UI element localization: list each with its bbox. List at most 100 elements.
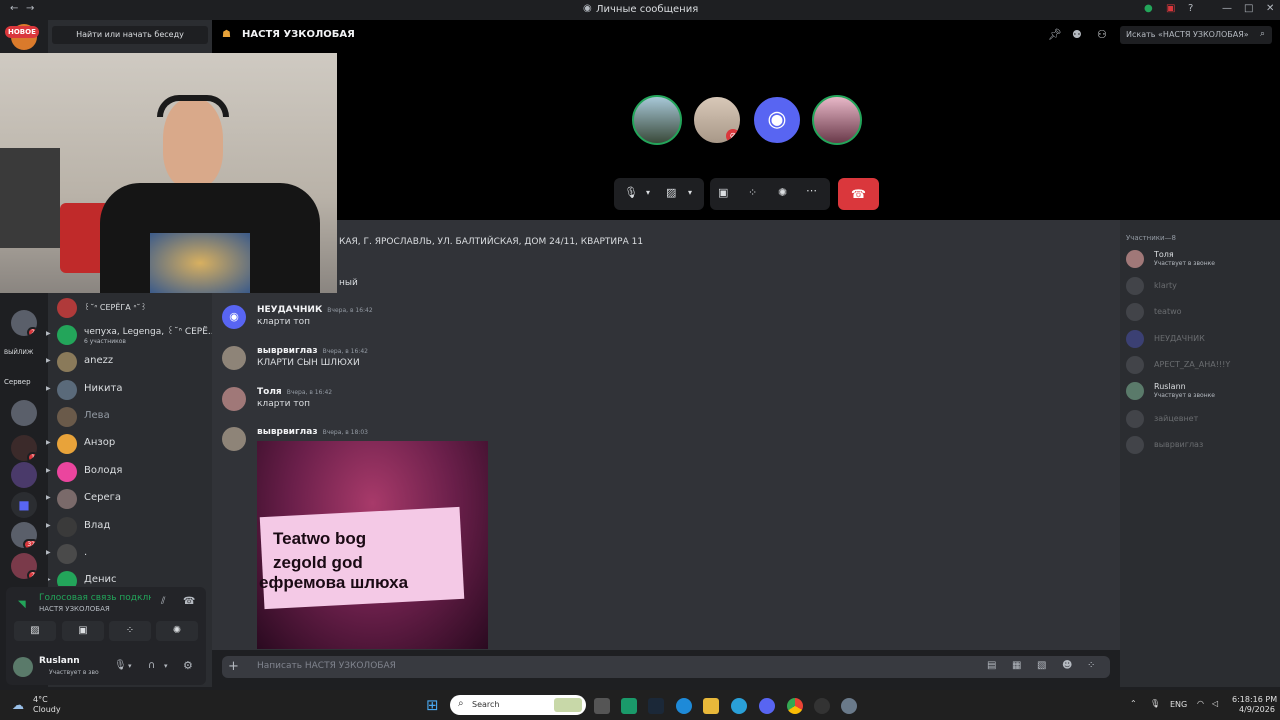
help-icon[interactable]: ? xyxy=(1188,3,1193,14)
soundboard-icon[interactable]: ✺ xyxy=(778,186,787,199)
dm-search-button[interactable]: Найти или начать беседу xyxy=(52,26,208,44)
inbox-icon[interactable]: ▣ xyxy=(1166,3,1175,14)
microphone-icon[interactable]: 🎙︎ xyxy=(114,660,127,671)
background-object xyxy=(0,148,60,248)
language-indicator[interactable]: ENG xyxy=(1170,700,1187,709)
gif-icon[interactable]: ▦ xyxy=(1012,660,1021,671)
avatar[interactable] xyxy=(222,346,246,370)
server-icon[interactable]: 2 xyxy=(11,553,37,579)
weather-desc[interactable]: Cloudy xyxy=(33,705,61,714)
discord-logo-icon[interactable]: ◉ xyxy=(752,95,802,145)
screen-share-button[interactable]: ▣ xyxy=(62,621,104,641)
member-item[interactable]: APECT_ZA_AHA!!!Y xyxy=(1126,354,1276,376)
dm-item[interactable]: ▶. xyxy=(46,541,212,567)
participant-tile[interactable]: ⊘ xyxy=(692,95,742,145)
server-icon[interactable] xyxy=(11,462,37,488)
dm-item[interactable]: ▶ Денис xyxy=(48,568,212,586)
apps-icon[interactable]: ⁘ xyxy=(1087,660,1095,671)
nitro-icon[interactable]: ● xyxy=(1144,3,1153,14)
message-text: ный xyxy=(339,278,358,288)
avatar[interactable] xyxy=(222,387,246,411)
settings-gear-icon[interactable] xyxy=(841,698,857,714)
member-item[interactable]: выврвиглаз xyxy=(1126,434,1276,456)
folder-icon[interactable] xyxy=(703,698,719,714)
members-list-icon[interactable]: ⚇ xyxy=(1097,28,1107,41)
gift-icon[interactable]: ▤ xyxy=(987,660,996,671)
sticker-icon[interactable]: ▧ xyxy=(1037,660,1046,671)
plus-icon[interactable]: + xyxy=(228,659,239,674)
weather-temp[interactable]: 4°C xyxy=(33,695,48,704)
participant-tile[interactable] xyxy=(632,95,682,145)
member-item[interactable]: зайцевнет xyxy=(1126,408,1276,430)
server-icon[interactable]: 1 xyxy=(11,435,37,461)
screen-share-icon[interactable]: ▣ xyxy=(718,186,728,199)
member-item[interactable]: klarty xyxy=(1126,275,1276,297)
server-icon[interactable] xyxy=(11,400,37,426)
obs-icon[interactable] xyxy=(814,698,830,714)
volume-icon[interactable]: ◁ xyxy=(1212,699,1218,708)
activities-icon[interactable]: ⁘ xyxy=(748,186,757,199)
noise-suppression-icon[interactable]: ⫽ xyxy=(161,596,165,607)
microphone-icon[interactable]: 🎙︎ xyxy=(624,186,638,199)
steam-icon[interactable] xyxy=(648,698,664,714)
chevron-down-icon[interactable]: ▾ xyxy=(128,662,132,670)
close-icon[interactable]: ✕ xyxy=(1266,3,1274,14)
chevron-down-icon[interactable]: ▾ xyxy=(164,662,168,670)
server-icon[interactable]: 32 xyxy=(11,522,37,548)
telegram-icon[interactable] xyxy=(731,698,747,714)
settings-gear-icon[interactable]: ⚙ xyxy=(183,659,193,672)
clock-time[interactable]: 6:18:16 PM xyxy=(1232,695,1277,704)
discord-icon[interactable] xyxy=(759,698,775,714)
dm-item[interactable]: ▶ Анзор xyxy=(46,431,212,457)
dm-item[interactable]: ▶ Влад xyxy=(46,514,212,540)
add-member-icon[interactable]: ⚉ xyxy=(1072,28,1082,41)
camera-off-button[interactable]: ▨ xyxy=(14,621,56,641)
discord-logo-icon[interactable]: ◉ xyxy=(222,305,246,329)
back-icon[interactable]: ← xyxy=(10,3,18,14)
wifi-icon[interactable]: ◠ xyxy=(1197,699,1204,708)
avatar[interactable] xyxy=(222,427,246,451)
chrome-icon[interactable] xyxy=(787,698,803,714)
member-item[interactable]: Ruslann Участвует в звонке xyxy=(1126,380,1276,402)
more-icon[interactable]: ⋯ xyxy=(806,184,817,197)
voice-channel[interactable]: НАСТЯ УЗКОЛОБАЯ xyxy=(39,605,110,613)
folder-icon[interactable]: ■ xyxy=(11,492,37,518)
edge-icon[interactable] xyxy=(676,698,692,714)
member-item[interactable]: teatwo xyxy=(1126,301,1276,323)
server-icon[interactable]: 2 xyxy=(11,310,37,336)
shield-icon[interactable] xyxy=(621,698,637,714)
member-item[interactable]: Толя Участвует в звонке xyxy=(1126,248,1276,270)
maximize-icon[interactable]: □ xyxy=(1244,3,1253,14)
dm-item[interactable]: ꒰˘ᐢ СЕРЁГА ᐢ˘꒱ xyxy=(48,295,212,321)
chevron-down-icon[interactable]: ▾ xyxy=(688,188,692,197)
dm-item[interactable]: ▶ Серега xyxy=(46,486,212,512)
chevron-up-icon[interactable]: ⌃ xyxy=(1130,699,1137,708)
headphones-icon[interactable]: ∩ xyxy=(148,660,155,671)
avatar[interactable] xyxy=(13,657,33,677)
activities-button[interactable]: ⁘ xyxy=(109,621,151,641)
dm-item[interactable]: ▶ Володя xyxy=(46,459,212,485)
dm-item[interactable]: ▶ чепуха, Legenga, ꒰˘ᐢ СЕРЁ... 6 участнико… xyxy=(46,322,217,348)
image-attachment[interactable]: Teatwo bog zegold god ефремова шлюха xyxy=(257,441,488,649)
pin-icon[interactable]: 📌︎ xyxy=(1048,28,1062,41)
dm-item[interactable]: ▶ anezz xyxy=(46,349,212,375)
taskbar-search-input[interactable]: ⌕ Search xyxy=(450,695,586,715)
emoji-icon[interactable]: ☻ xyxy=(1062,660,1072,671)
chevron-down-icon[interactable]: ▾ xyxy=(646,188,650,197)
participant-tile[interactable] xyxy=(812,95,862,145)
channel-search-input[interactable]: Искать «НАСТЯ УЗКОЛОБАЯ» ⌕ xyxy=(1120,26,1272,44)
soundboard-button[interactable]: ✺ xyxy=(156,621,198,641)
message-input[interactable]: + Написать НАСТЯ УЗКОЛОБАЯ ▤ ▦ ▧ ☻ ⁘ xyxy=(222,656,1110,678)
clock-date[interactable]: 4/9/2026 xyxy=(1239,705,1275,714)
windows-start-icon[interactable]: ⊞ xyxy=(426,696,439,714)
minimize-icon[interactable]: — xyxy=(1222,3,1232,14)
dm-item[interactable]: Лева xyxy=(48,404,212,430)
member-item[interactable]: НЕУДАЧНИК xyxy=(1126,328,1276,350)
dm-item[interactable]: ▶ Никита xyxy=(46,377,212,403)
forward-icon[interactable]: → xyxy=(26,3,34,14)
camera-off-icon[interactable]: ▨ xyxy=(666,186,676,199)
task-view-icon[interactable] xyxy=(594,698,610,714)
microphone-icon[interactable]: 🎙︎ xyxy=(1150,699,1160,708)
disconnect-icon[interactable]: ☎ xyxy=(183,596,195,607)
hang-up-button[interactable]: ☎ xyxy=(838,178,879,210)
